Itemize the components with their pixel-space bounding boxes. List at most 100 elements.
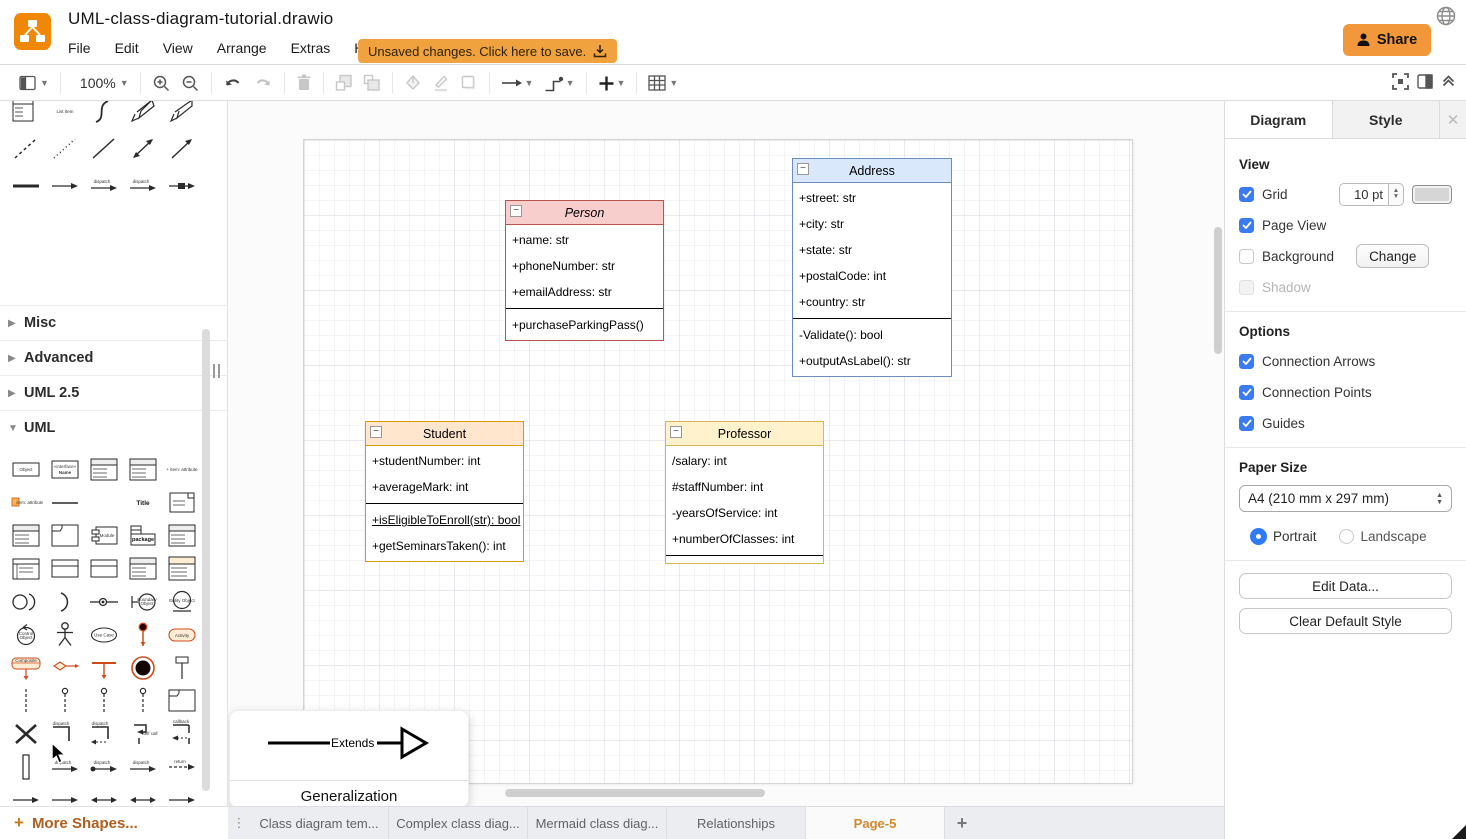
shape-thumb-dot-diag[interactable] — [45, 132, 84, 165]
page-tab-2[interactable]: Complex class diag... — [389, 807, 528, 839]
shape-thumb-frame-corner[interactable] — [162, 684, 201, 717]
shape-thumb-arc[interactable] — [45, 585, 84, 618]
uml-class-person[interactable]: −Person+name: str+phoneNumber: str+email… — [505, 200, 664, 341]
shape-thumb-composite-or[interactable]: Composite — [6, 651, 45, 684]
shape-thumb-label[interactable]: + item: attribute — [162, 453, 201, 486]
shape-thumb-lifeline-o[interactable] — [123, 684, 162, 717]
class-title[interactable]: −Person — [506, 201, 663, 225]
shape-thumb-arrow-h[interactable] — [6, 783, 45, 806]
shape-thumb-class-fields[interactable] — [84, 453, 123, 486]
connection-style-button[interactable]: ▼ — [496, 69, 539, 97]
uml-class-address[interactable]: −Address+street: str+city: str+state: st… — [792, 158, 952, 377]
shape-thumb-thick-h[interactable] — [6, 169, 45, 202]
sidebar-resize-handle[interactable] — [213, 364, 220, 378]
undo-button[interactable] — [218, 69, 248, 97]
shape-thumb-arrow-h[interactable] — [162, 783, 201, 806]
class-method[interactable]: +outputAsLabel(): str — [793, 348, 951, 374]
class-method[interactable]: +getSeminarsTaken(): int — [366, 533, 523, 559]
line-color-button[interactable] — [427, 69, 455, 97]
class-attribute[interactable]: +street: str — [793, 185, 951, 211]
background-checkbox[interactable] — [1239, 249, 1254, 264]
class-method[interactable]: -Validate(): bool — [793, 322, 951, 348]
class-attribute[interactable]: +averageMark: int — [366, 474, 523, 500]
shape-thumb-thin-h[interactable] — [45, 486, 84, 519]
shape-thumb-class-fields[interactable] — [123, 453, 162, 486]
shape-thumb-usecase[interactable]: Use Case — [84, 618, 123, 651]
shape-thumb-box-arrow[interactable] — [162, 169, 201, 202]
shape-thumb-class-fields[interactable] — [162, 519, 201, 552]
shadow-checkbox[interactable] — [1239, 280, 1254, 295]
zoom-out-button[interactable] — [176, 69, 205, 97]
waypoint-style-button[interactable]: ▼ — [539, 69, 580, 97]
insert-button[interactable]: ▼ — [593, 69, 631, 97]
zoom-level-dropdown[interactable]: 100% ▼ — [67, 69, 134, 97]
shape-thumb-class-list[interactable] — [6, 552, 45, 585]
collapse-toggle-icon[interactable]: − — [797, 163, 809, 175]
shape-thumb-selfcall[interactable]: self call — [123, 717, 162, 750]
shape-thumb-boundary[interactable]: BoundaryObject — [123, 585, 162, 618]
guides-checkbox[interactable] — [1239, 416, 1254, 431]
page-tab-4[interactable]: Relationships — [667, 807, 806, 839]
shape-thumb-diag[interactable] — [84, 132, 123, 165]
to-front-button[interactable] — [330, 69, 358, 97]
shape-thumb-arrow-both[interactable] — [123, 783, 162, 806]
uml-class-professor[interactable]: −Professor/salary: int#staffNumber: int-… — [665, 421, 824, 564]
pages-menu-button[interactable]: ⋮ — [228, 807, 250, 839]
shape-thumb-class-box[interactable] — [45, 552, 84, 585]
collapse-toggle-icon[interactable]: − — [510, 205, 522, 217]
shape-thumb-diamond-or[interactable] — [45, 651, 84, 684]
shape-thumb-elbow2[interactable]: dispatch — [84, 717, 123, 750]
class-attribute[interactable]: +state: str — [793, 237, 951, 263]
shape-thumb-arrow-diag[interactable] — [162, 132, 201, 165]
collapse-toolbar-button[interactable] — [1441, 74, 1456, 94]
shape-thumb-item-hl[interactable]: item: attribute — [6, 486, 45, 519]
shape-thumb-arrow-h[interactable] — [45, 169, 84, 202]
unsaved-changes-button[interactable]: Unsaved changes. Click here to save. — [358, 39, 617, 63]
shape-thumb-arrow-diag-both[interactable] — [123, 132, 162, 165]
class-attribute[interactable]: #staffNumber: int — [666, 474, 823, 500]
tab-diagram[interactable]: Diagram — [1225, 101, 1332, 138]
shape-thumb-module[interactable]: Module — [84, 519, 123, 552]
class-attribute[interactable]: +phoneNumber: str — [506, 253, 663, 279]
shape-thumb-label-bold[interactable]: Title — [123, 486, 162, 519]
shape-thumb-note[interactable] — [162, 486, 201, 519]
menu-edit[interactable]: Edit — [115, 40, 139, 56]
shape-thumb-entity[interactable]: Entity Object — [162, 585, 201, 618]
uml-class-student[interactable]: −Student+studentNumber: int+averageMark:… — [365, 421, 524, 562]
format-panel-toggle-button[interactable] — [1417, 74, 1433, 94]
shape-thumb-node-line[interactable] — [162, 651, 201, 684]
class-attribute[interactable]: /salary: int — [666, 448, 823, 474]
connection-arrows-checkbox[interactable] — [1239, 354, 1254, 369]
diagram-canvas[interactable]: −Person+name: str+phoneNumber: str+email… — [228, 101, 1224, 806]
shape-thumb-control[interactable]: ControlObject — [6, 618, 45, 651]
class-title[interactable]: −Professor — [666, 422, 823, 446]
shape-thumb-tbar-or[interactable] — [84, 651, 123, 684]
collapse-toggle-icon[interactable]: − — [370, 426, 382, 438]
shape-thumb-lifeline[interactable] — [6, 684, 45, 717]
shape-thumb-list-box[interactable] — [6, 101, 45, 128]
shape-thumb-activity-or[interactable]: Activity — [162, 618, 201, 651]
sidebar-scrollbar[interactable] — [202, 329, 210, 791]
shape-thumb-dash-diag[interactable] — [6, 132, 45, 165]
tab-style[interactable]: Style — [1332, 101, 1441, 138]
class-method[interactable]: +isEligibleToEnroll(str): bool — [366, 507, 523, 533]
class-attribute[interactable]: +postalCode: int — [793, 263, 951, 289]
canvas-horizontal-scrollbar[interactable] — [505, 789, 765, 797]
landscape-radio[interactable] — [1339, 529, 1354, 544]
to-back-button[interactable] — [358, 69, 386, 97]
shape-thumb-label[interactable]: List Item — [45, 101, 84, 128]
grid-size-stepper[interactable]: ▲▼ — [1389, 183, 1404, 206]
page-tab-3[interactable]: Mermaid class diag... — [528, 807, 667, 839]
shape-thumb-class-orange[interactable] — [162, 552, 201, 585]
grid-size-input[interactable]: 10 pt — [1339, 183, 1389, 206]
table-button[interactable]: ▼ — [643, 69, 683, 97]
shape-thumb-class-fields[interactable] — [6, 519, 45, 552]
canvas-vertical-scrollbar[interactable] — [1214, 227, 1222, 354]
add-page-button[interactable]: + — [945, 807, 979, 839]
shape-thumb-package[interactable]: package — [123, 519, 162, 552]
grid-checkbox[interactable] — [1239, 187, 1254, 202]
section-advanced[interactable]: ▶ Advanced — [0, 340, 228, 375]
class-attribute[interactable]: +name: str — [506, 227, 663, 253]
class-attribute[interactable]: +emailAddress: str — [506, 279, 663, 305]
class-attribute[interactable]: -yearsOfService: int — [666, 500, 823, 526]
